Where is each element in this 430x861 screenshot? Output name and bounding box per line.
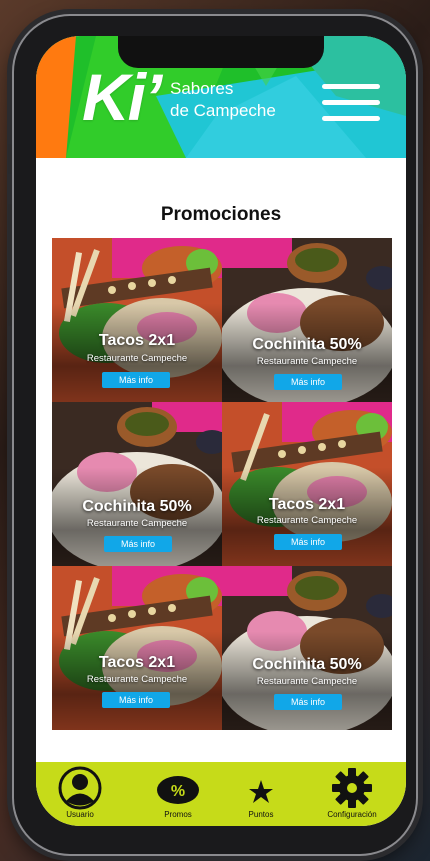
svg-text:%: % — [171, 783, 185, 800]
promo-card[interactable]: Cochinita 50% Restaurante Campeche Más i… — [222, 238, 392, 402]
tab-puntos[interactable]: Puntos — [221, 766, 301, 822]
promo-restaurant: Restaurante Campeche — [86, 674, 188, 685]
promo-restaurant: Restaurante Campeche — [86, 353, 188, 364]
promo-title: Cochinita 50% — [82, 498, 192, 515]
promo-title: Cochinita 50% — [252, 336, 362, 353]
promo-card[interactable]: Cochinita 50% Restaurante Campeche Más i… — [52, 402, 222, 566]
app-logo-subtitle: Sabores de Campeche — [170, 78, 276, 122]
mute-switch — [8, 144, 12, 174]
tab-label: Promos — [164, 810, 192, 819]
more-info-button[interactable]: Más info — [102, 372, 170, 388]
menu-bar-icon — [322, 100, 380, 105]
promo-card[interactable]: Tacos 2x1 Restaurante Campeche Más info — [52, 238, 222, 402]
tab-label: Usuario — [66, 810, 94, 819]
more-info-button[interactable]: Más info — [274, 694, 342, 710]
promo-title: Tacos 2x1 — [98, 332, 176, 349]
star-icon — [249, 780, 273, 803]
promo-restaurant: Restaurante Campeche — [256, 515, 358, 526]
volume-down-button — [8, 270, 12, 326]
tab-label: Configuración — [327, 810, 377, 819]
promo-card[interactable]: Cochinita 50% Restaurante Campeche Más i… — [222, 566, 392, 730]
promo-restaurant: Restaurante Campeche — [256, 356, 358, 367]
user-icon — [58, 766, 102, 810]
promo-grid: Tacos 2x1 Restaurante Campeche Más info … — [52, 238, 392, 730]
more-info-button[interactable]: Más info — [274, 374, 342, 390]
tab-configuracion[interactable]: Configuración — [312, 766, 392, 822]
promo-card[interactable]: Tacos 2x1 Restaurante Campeche Más info — [52, 566, 222, 730]
more-info-button[interactable]: Más info — [104, 536, 172, 552]
percent-tag-icon: % — [157, 776, 199, 804]
tab-promos[interactable]: % Promos — [138, 766, 218, 822]
promo-title: Cochinita 50% — [252, 656, 362, 673]
bottom-tab-bar: Usuario % Promos Puntos Configuración — [36, 762, 406, 826]
page-title: Promociones — [160, 204, 282, 225]
hamburger-menu-button[interactable] — [322, 84, 380, 124]
promo-title: Tacos 2x1 — [268, 496, 346, 513]
menu-bar-icon — [322, 84, 380, 89]
gear-icon — [332, 768, 372, 808]
promo-card[interactable]: Tacos 2x1 Restaurante Campeche Más info — [222, 402, 392, 566]
promo-restaurant: Restaurante Campeche — [86, 518, 188, 529]
more-info-button[interactable]: Más info — [274, 534, 342, 550]
logo-sub-line1: Sabores — [170, 79, 234, 98]
app-logo: Ki’ — [82, 60, 162, 134]
tab-usuario[interactable]: Usuario — [40, 766, 120, 822]
phone-screen: Ki’ Sabores de Campeche Promociones Taco… — [36, 36, 406, 826]
phone-notch — [118, 36, 324, 68]
logo-sub-line2: de Campeche — [170, 101, 276, 120]
promo-restaurant: Restaurante Campeche — [256, 676, 358, 687]
power-button — [418, 224, 422, 310]
promo-title: Tacos 2x1 — [98, 654, 176, 671]
tab-label: Puntos — [248, 810, 274, 819]
more-info-button[interactable]: Más info — [102, 692, 170, 708]
volume-up-button — [8, 204, 12, 260]
menu-bar-icon — [322, 116, 380, 121]
